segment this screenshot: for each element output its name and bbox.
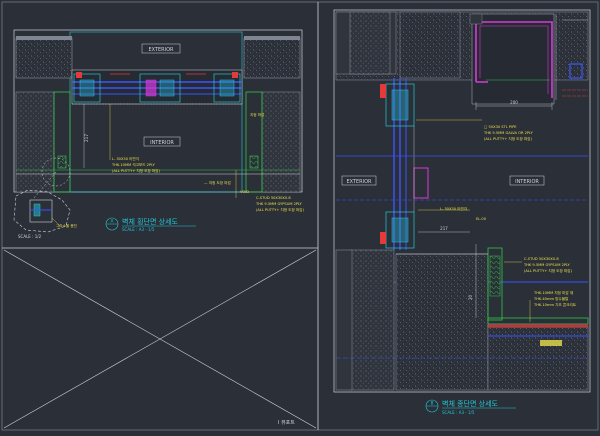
right-dim-200: 200: [510, 100, 518, 105]
left-dim-217: 217: [84, 134, 89, 142]
left-small-note: 그라스울 충진: [56, 223, 77, 228]
left-note-right-1: 지정 마감: [250, 112, 265, 117]
left-exterior-label: EXTERIOR: [148, 47, 174, 53]
left-concrete-right: [243, 37, 301, 79]
right-title-num: B: [431, 401, 434, 406]
right-lower-slab: [395, 253, 489, 391]
empty-viewport[interactable]: [3, 249, 317, 429]
right-window-mullion: [380, 78, 429, 250]
right-note-floor-3: THK.10mm 기초 콘크리트: [533, 302, 577, 307]
right-title-block: B 벽체 종단면 상세도 SCALE : A3 - 1/5: [425, 399, 516, 415]
right-dim-217: 217: [440, 226, 448, 231]
right-dim-20: 20: [468, 294, 473, 300]
left-note-gypsum: THK 9.5MM GYPSUM 2PLY: [255, 202, 303, 206]
bottom-viewport-label: I 뷰포트: [278, 420, 295, 426]
left-note-putty: (ALL PUTTY+ 지정 도장 마감): [256, 207, 305, 212]
right-note-angle: L- 30X30 아연각: [440, 206, 468, 211]
left-viewport[interactable]: EXTERIOR INTERIOR 217 L- 30X30 아연각 THK.1…: [13, 29, 305, 239]
right-title: 벽체 종단면 상세도: [442, 399, 499, 408]
left-interior-label: INTERIOR: [150, 140, 174, 146]
left-wall-hatch-right: [261, 91, 301, 193]
left-title-block: A 벽체 횡단면 상세도 SCALE : A3 - 1/5: [105, 217, 196, 232]
left-small-scale: SCALE : 1/2: [18, 234, 42, 239]
left-note-stud: C-STUD 50X30X0.8: [256, 196, 291, 200]
right-note-floor-1: THK.10MM 지정 마감 재: [533, 290, 573, 295]
right-viewport[interactable]: 200 EXTERIOR INTERIOR □ 50X30 STL PIPE T…: [333, 9, 591, 415]
right-title-scale: SCALE : A3 - 1/5: [442, 410, 475, 415]
right-note-pipe-2: THK 9.5MM GALVA OR 2PLY: [483, 131, 534, 135]
left-title-scale: SCALE : A3 - 1/5: [122, 227, 155, 232]
right-note-stud-2: THK 9.5MM GYPSUM 2PLY: [523, 263, 571, 267]
cad-drawing-sheet: EXTERIOR INTERIOR 217 L- 30X30 아연각 THK.1…: [0, 0, 600, 432]
left-concrete-left: [15, 37, 73, 79]
right-note-stud-1: C-STUD 50X30X0.8: [524, 257, 559, 261]
left-note-void: VOID: [240, 190, 249, 194]
left-title-num: A: [111, 219, 114, 224]
right-note-floor-2: THK.40mm 방수몰탈: [533, 296, 569, 301]
left-note-1: L- 30X30 아연각: [112, 156, 140, 161]
right-exterior-label: EXTERIOR: [346, 179, 372, 185]
right-note-stud-3: (ALL PUTTY+ 지정 도장 마감): [524, 268, 573, 273]
right-note-elev: EL.00: [476, 217, 487, 221]
left-note-right-2: — 지정 도장 마감: [204, 180, 232, 185]
left-window-frame: [71, 69, 243, 105]
left-title: 벽체 횡단면 상세도: [122, 217, 179, 226]
left-note-3: (ALL PUTTY+ 지정 도장 마감): [112, 168, 161, 173]
left-wall-outline: [69, 31, 243, 193]
right-lower-wall-left: [349, 249, 395, 391]
right-note-pipe-1: □ 50X30 STL PIPE: [484, 125, 517, 129]
drawing-canvas[interactable]: EXTERIOR INTERIOR 217 L- 30X30 아연각 THK.1…: [0, 0, 600, 432]
right-interior-label: INTERIOR: [515, 179, 539, 185]
left-wall-hatch-left: [15, 91, 55, 193]
right-note-pipe-3: (ALL PUTTY+ 지정 도장 마감): [484, 136, 533, 141]
left-note-2: THK.10MM 석고보드 2PLY: [111, 162, 156, 167]
